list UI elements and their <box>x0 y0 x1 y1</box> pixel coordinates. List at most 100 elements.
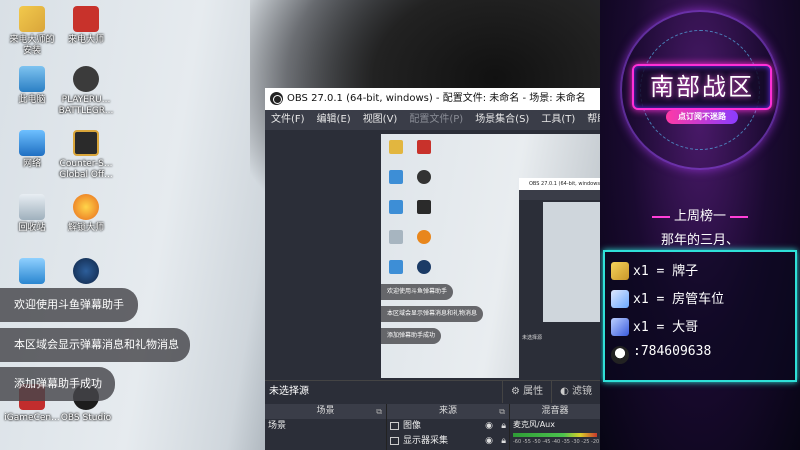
obs-titlebar[interactable]: OBS 27.0.1 (64-bit, windows) - 配置文件: 未命名… <box>265 88 600 110</box>
mixer-dock-header: 混音器 <box>510 404 600 419</box>
nested-csgo-icon <box>417 200 431 214</box>
scenes-dock-title: 场景 <box>316 406 335 416</box>
csgo-icon <box>73 130 99 156</box>
menu-profile[interactable]: 配置文件(P) <box>409 110 463 130</box>
gift-text: x1 = 牌子 <box>633 264 699 279</box>
mixer-channel-label: 麦克风/Aux <box>513 420 555 429</box>
plane-icon <box>611 318 629 336</box>
obs-window[interactable]: OBS 27.0.1 (64-bit, windows) - 配置文件: 未命名… <box>265 88 600 450</box>
filters-label: 滤镜 <box>572 386 592 397</box>
desktop-icon-pubg[interactable]: PLAYERU... BATTLEGR... <box>54 66 118 117</box>
audio-level-meter <box>513 433 597 437</box>
scene-item-label: 场景 <box>268 421 287 431</box>
gift-row-plane: x1 = 大哥 <box>611 316 699 338</box>
nested-notification: 添加弹幕助手成功 <box>381 328 442 344</box>
gift-text: x1 = 大哥 <box>633 320 699 335</box>
scenes-dock: 场景 ⧉ 场景 <box>265 404 387 450</box>
nested-game-icon <box>417 140 431 154</box>
nested-computer-icon <box>389 170 403 184</box>
sources-dock-title: 来源 <box>438 406 457 416</box>
rank-top-user: 那年的三月、 <box>660 233 739 248</box>
menu-edit[interactable]: 编辑(E) <box>317 110 351 130</box>
nested-obs-status: 未选择源 <box>519 332 600 378</box>
desktop-icon-sublabel: 安装 <box>22 46 41 56</box>
decor-line <box>730 215 748 218</box>
source-item[interactable]: 图像 ◉ 🔒︎ <box>387 419 509 434</box>
source-item-label: 显示器采集 <box>403 436 449 446</box>
desktop-icon-label: 来电大师 <box>67 35 104 45</box>
nested-network-icon <box>389 200 403 214</box>
gift-row-badge: x1 = 牌子 <box>611 260 699 282</box>
desktop-icon-csgo[interactable]: Counter-S... Global Off... <box>54 130 118 181</box>
obs-docks: 场景 ⧉ 场景 来源 ⧉ 图像 ◉ 🔒︎ 显示器采集 ◉ 🔒︎ 混音器 麦克风/… <box>265 404 600 450</box>
desktop-icon-unlock[interactable]: 解锁大师 <box>54 194 118 234</box>
computer-icon <box>19 66 45 92</box>
desktop-icon-sublabel: Global Off... <box>59 170 113 180</box>
nested-obs-preview <box>543 202 600 322</box>
sources-dock-header: 来源 ⧉ <box>387 404 509 419</box>
meter-ticks: -60 -55 -50 -45 -40 -35 -30 -25 -20 -15 … <box>513 439 600 445</box>
nested-control-icon <box>389 260 403 274</box>
nested-recycle-icon <box>389 230 403 244</box>
steam-icon <box>73 258 99 284</box>
properties-label: 属性 <box>523 386 544 397</box>
scene-item[interactable]: 场景 <box>265 419 386 434</box>
source-item[interactable]: 显示器采集 ◉ 🔒︎ <box>387 434 509 449</box>
gift-row-rocket: x1 = 房管车位 <box>611 288 725 310</box>
obs-window-title: OBS 27.0.1 (64-bit, windows) - 配置文件: 未命名… <box>287 93 586 104</box>
desktop-icon-label: OBS Studio <box>60 413 112 423</box>
nested-steam-icon <box>417 260 431 274</box>
mixer-dock-title: 混音器 <box>541 406 569 416</box>
channel-logo-text: 南部战区 <box>650 73 754 101</box>
desktop-icon-label: Counter-S... <box>59 159 113 169</box>
danmaku-notification-welcome: 欢迎使用斗鱼弹幕助手 <box>0 288 138 322</box>
gift-list-box: x1 = 牌子 x1 = 房管车位 x1 = 大哥 :784609638 <box>603 250 797 382</box>
rocket-icon <box>611 290 629 308</box>
obs-preview-canvas[interactable]: 欢迎使用斗鱼弹幕助手 本区域会显示弹幕消息和礼物消息 添加弹幕助手成功 OBS … <box>265 130 600 380</box>
stream-overlay-panel: 南部战区 点订阅不迷路 上周榜一 那年的三月、 x1 = 牌子 x1 = 房管车… <box>600 0 800 450</box>
lock-icon[interactable]: 🔒︎ <box>501 419 506 434</box>
gift-text: :784609638 <box>633 344 712 359</box>
gift-text: x1 = 房管车位 <box>633 292 725 307</box>
desktop-icon-label: PLAYERU... <box>61 95 111 105</box>
gear-icon: ⚙ <box>510 386 524 397</box>
nested-notification: 欢迎使用斗鱼弹幕助手 <box>381 284 454 300</box>
image-source-icon <box>390 421 399 430</box>
nested-unlock-icon <box>417 230 431 244</box>
badge-icon <box>611 262 629 280</box>
unlock-icon <box>73 194 99 220</box>
scenes-dock-header: 场景 ⧉ <box>265 404 386 419</box>
channel-logo: 南部战区 <box>632 64 772 110</box>
dock-pin-icon[interactable]: ⧉ <box>499 404 505 419</box>
obs-source-toolbar: 未选择源 ⚙ 属性 ◐ 滤镜 <box>265 380 600 403</box>
desktop-icon-sublabel: BATTLEGR... <box>58 106 114 116</box>
dock-pin-icon[interactable]: ⧉ <box>376 404 382 419</box>
qq-icon <box>611 346 629 364</box>
rank-title-text: 上周榜一 <box>673 209 726 224</box>
menu-view[interactable]: 视图(V) <box>363 110 398 130</box>
user-folder-icon <box>19 6 45 32</box>
lock-icon[interactable]: 🔒︎ <box>501 434 506 449</box>
danmaku-notification-success: 添加弹幕助手成功 <box>0 367 115 401</box>
desktop-icon-steam[interactable] <box>54 258 118 287</box>
visibility-eye-icon[interactable]: ◉ <box>485 419 493 434</box>
desktop-icon-pubg-top[interactable]: 来电大师 <box>54 6 118 46</box>
menu-help[interactable]: 帮助(H) <box>587 110 600 130</box>
decor-line <box>651 215 670 218</box>
menu-tools[interactable]: 工具(T) <box>541 110 575 130</box>
nested-obs-title: OBS 27.0.1 (64-bit, windows) <box>519 178 600 190</box>
menu-file[interactable]: 文件(F) <box>271 110 305 130</box>
obs-logo-icon <box>270 92 283 105</box>
visibility-eye-icon[interactable]: ◉ <box>485 434 493 449</box>
control-panel-icon <box>19 258 45 284</box>
pubg-icon <box>73 66 99 92</box>
network-icon <box>19 130 45 156</box>
display-capture-icon <box>390 436 399 445</box>
gift-row-qq: :784609638 <box>611 344 712 366</box>
subscribe-badge: 点订阅不迷路 <box>666 110 738 124</box>
filter-icon: ◐ <box>560 386 572 397</box>
properties-button[interactable]: ⚙ 属性 <box>501 381 551 403</box>
filters-button[interactable]: ◐ 滤镜 <box>551 381 600 403</box>
nested-obs-menubar <box>519 190 600 200</box>
menu-scene-collection[interactable]: 场景集合(S) <box>475 110 529 130</box>
